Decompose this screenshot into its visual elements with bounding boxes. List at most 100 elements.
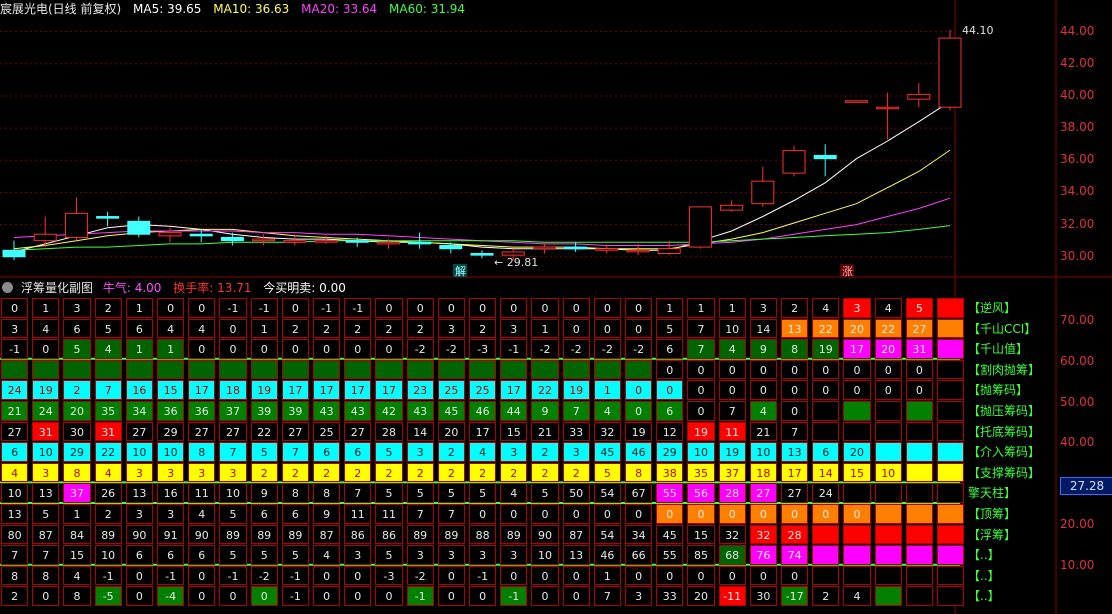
indicator-cell: 6: [250, 504, 278, 524]
indicator-cell: 0: [32, 586, 60, 606]
indicator-cell: 2: [63, 380, 91, 400]
indicator-cell: [905, 421, 933, 442]
indicator-cell: 3: [157, 504, 185, 524]
indicator-cell: 84: [63, 524, 91, 545]
indicator-cell: 7: [94, 380, 122, 400]
candle-body: [813, 154, 837, 160]
candle-body: [751, 180, 775, 205]
indicator-cell: 13: [781, 442, 809, 462]
price-tick: 40.00: [1060, 87, 1095, 102]
indicator-cell: 2: [94, 298, 122, 318]
indicator-cell: 4: [1, 462, 29, 483]
indicator-cell: 7: [1, 545, 29, 565]
indicator-cell: 3: [1, 318, 29, 339]
indicator-cell: -2: [406, 565, 434, 586]
indicator-cell: 0: [250, 339, 278, 359]
indicator-cell: 1: [63, 504, 91, 524]
indicator-cell: [812, 401, 840, 421]
indicator-cell: 17: [375, 380, 403, 400]
indicator-cell: 13: [32, 483, 60, 503]
indicator-cell: 0: [625, 504, 653, 524]
indicator-cell: 5: [219, 504, 247, 524]
indicator-cell: 4: [157, 318, 185, 339]
indicator-cell: 2: [313, 318, 341, 339]
sub-tick: 10.00: [1060, 557, 1095, 572]
indicator-cell: [937, 524, 965, 545]
indicator-cell: 22: [812, 318, 840, 339]
indicator-cell: 6: [656, 401, 684, 421]
price-tick: 36.00: [1060, 152, 1095, 167]
indicator-cell: 0: [812, 380, 840, 400]
row-label: 【..】: [968, 568, 1000, 583]
sub-tick: 20.00: [1060, 517, 1095, 531]
row-label: 【..】: [968, 589, 1000, 604]
indicator-cell: [593, 359, 621, 380]
indicator-cell: 15: [843, 462, 871, 483]
indicator-cell: 4: [593, 401, 621, 421]
indicator-cell: [937, 318, 965, 339]
indicator-cell: -2: [593, 339, 621, 359]
indicator-cell: 87: [562, 524, 590, 545]
indicator-cell: 19: [687, 421, 715, 442]
indicator-cell: [531, 359, 559, 380]
indicator-cell: -2: [562, 339, 590, 359]
indicator-cell: -1: [313, 298, 341, 318]
indicator-cell: 0: [375, 298, 403, 318]
buy-sell-label: 今买明卖: 0.00: [263, 281, 346, 295]
candle-body: [64, 212, 88, 238]
indicator-cell: 2: [437, 462, 465, 483]
indicator-cell: [937, 545, 965, 565]
indicator-cell: 6: [313, 442, 341, 462]
candle-body: [564, 246, 588, 250]
collapse-icon[interactable]: [2, 282, 13, 293]
indicator-cell: 89: [406, 524, 434, 545]
indicator-cell: [937, 359, 965, 380]
indicator-cell: -3: [375, 565, 403, 586]
indicator-cell: 45: [437, 401, 465, 421]
indicator-cell: 16: [125, 380, 153, 400]
indicator-cell: 27: [749, 483, 777, 503]
indicator-cell: 6: [188, 545, 216, 565]
indicator-cell: [937, 504, 965, 524]
indicator-cell: 8: [313, 483, 341, 503]
ma20-line: [13, 197, 951, 246]
chart-window: 44.10 ← 29.81 解 涨 宸展光电(日线 前复权) MA5: 39.65 M…: [0, 0, 1112, 614]
indicator-cell: 13: [562, 545, 590, 565]
indicator-cell: -2: [250, 565, 278, 586]
indicator-cell: [905, 462, 933, 483]
indicator-cell: [344, 359, 372, 380]
indicator-cell: 9: [749, 339, 777, 359]
candle-body: [688, 206, 712, 248]
indicator-cell: 17: [781, 462, 809, 483]
indicator-cell: -1: [94, 565, 122, 586]
low-price-label: ← 29.81: [494, 256, 538, 269]
indicator-cell: [500, 359, 528, 380]
indicator-cell: 21: [531, 421, 559, 442]
indicator-cell: 3: [500, 318, 528, 339]
indicator-cell: 5: [905, 298, 933, 318]
indicator-cell: 8: [63, 462, 91, 483]
indicator-cell: 0: [437, 298, 465, 318]
indicator-cell: 2: [437, 442, 465, 462]
indicator-cell: 4: [313, 545, 341, 565]
indicator-cell: 3: [500, 442, 528, 462]
indicator-cell: 35: [687, 462, 715, 483]
indicator-cell: -1: [219, 298, 247, 318]
indicator-cell: 5: [375, 483, 403, 503]
indicator-cell: [843, 421, 871, 442]
sub-tick: 60.00: [1060, 353, 1095, 368]
indicator-cell: 89: [437, 524, 465, 545]
indicator-cell: [937, 586, 965, 606]
indicator-cell: 0: [313, 339, 341, 359]
indicator-cell: 0: [625, 318, 653, 339]
indicator-cell: [313, 359, 341, 380]
indicator-cell: 0: [718, 504, 746, 524]
candle-body: [220, 236, 244, 242]
indicator-cell: 3: [32, 462, 60, 483]
ma60-label: MA60: 31.94: [389, 2, 466, 16]
indicator-cell: 0: [562, 586, 590, 606]
indicator-cell: [812, 545, 840, 565]
indicator-cell: 17: [313, 380, 341, 400]
indicator-cell: 2: [531, 442, 559, 462]
indicator-cell: -1: [344, 298, 372, 318]
